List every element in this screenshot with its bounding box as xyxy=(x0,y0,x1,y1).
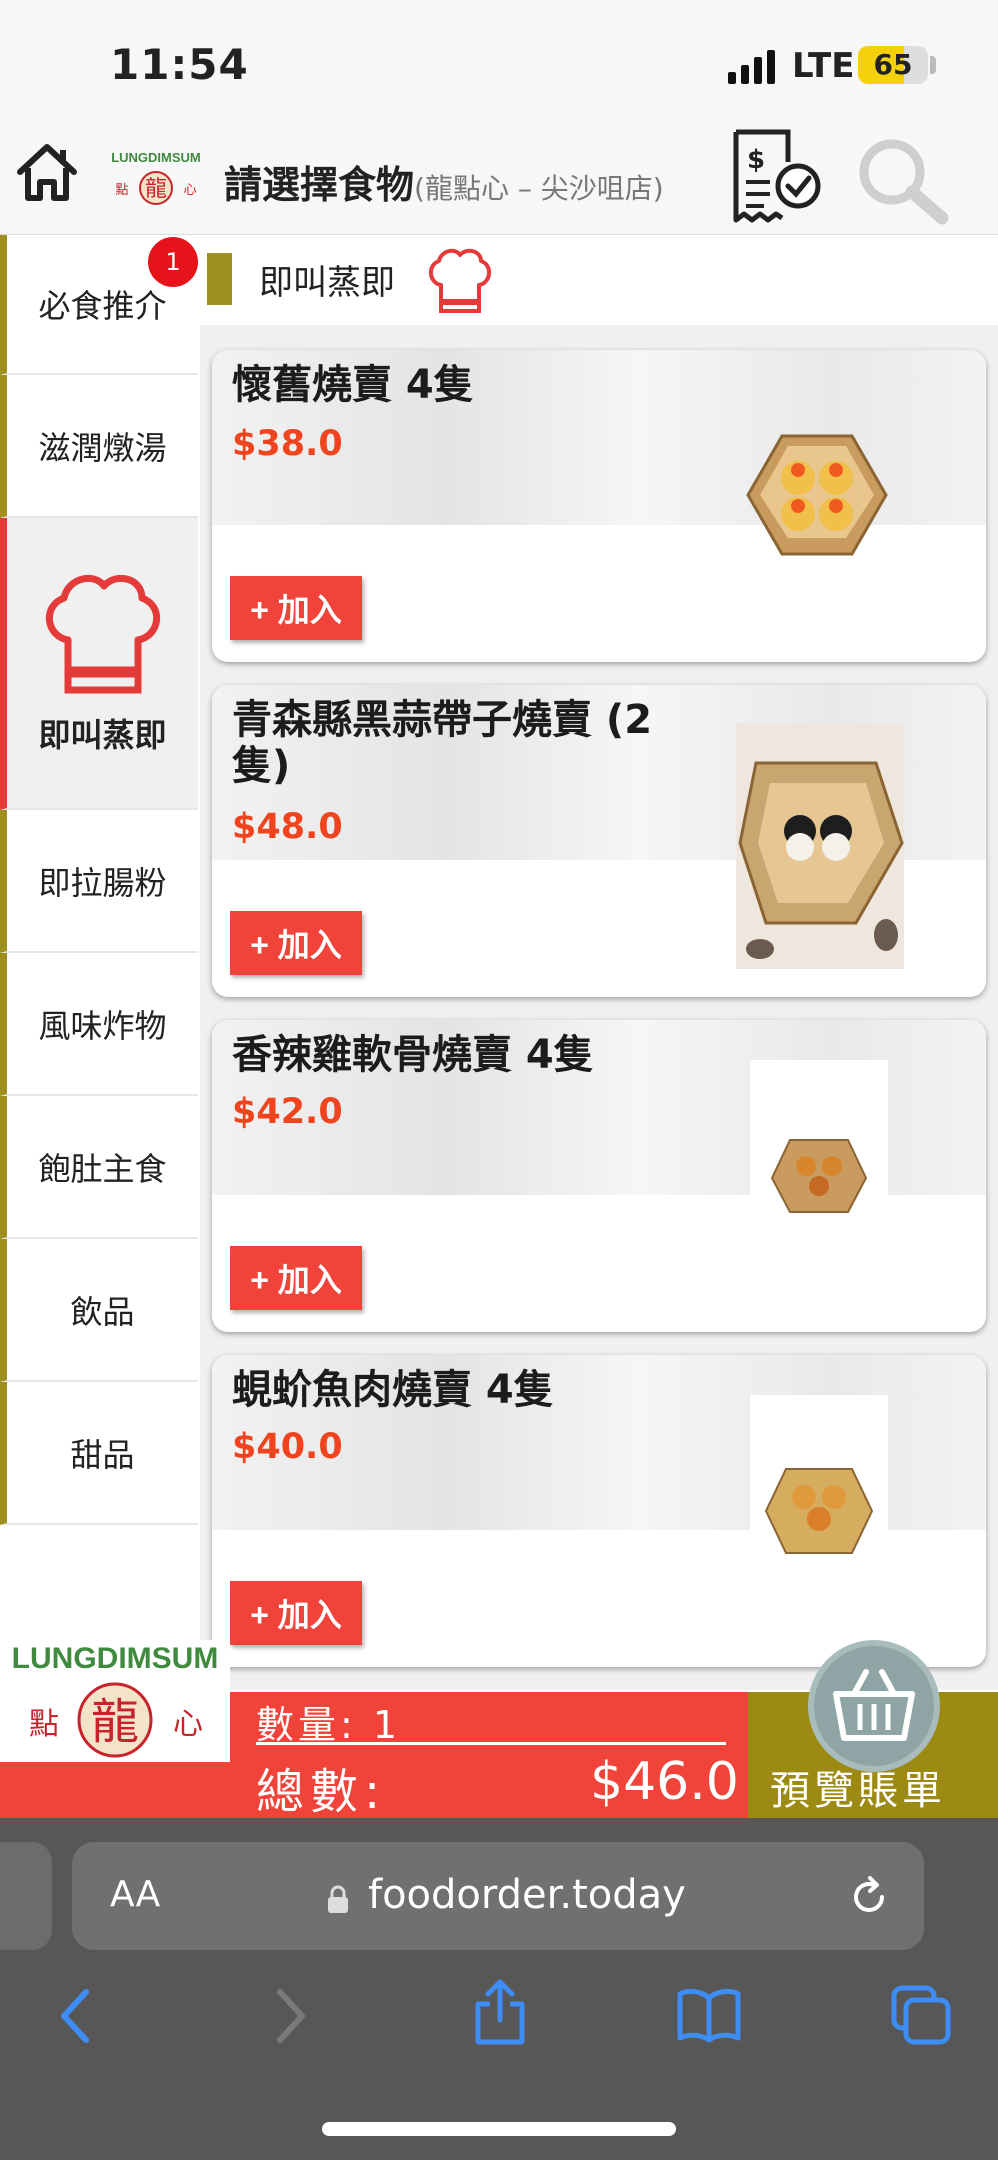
svg-text:$: $ xyxy=(747,145,765,175)
product-name: 蜆蚧魚肉燒賣 4隻 xyxy=(232,1367,554,1413)
add-to-cart-button[interactable]: + 加入 xyxy=(230,1581,362,1645)
product-image xyxy=(746,434,888,556)
cart-total-label: 總數: xyxy=(256,1764,387,1820)
sidebar-item-label: 即叫蒸即 xyxy=(38,716,167,754)
chef-hat-icon xyxy=(429,248,491,313)
product-card[interactable]: 蜆蚧魚肉燒賣 4隻 $40.0 + 加入 xyxy=(212,1355,986,1667)
bill-icon[interactable]: $ xyxy=(726,128,826,224)
sidebar-item-dessert[interactable]: 甜品 xyxy=(0,1382,198,1525)
svg-text:點: 點 xyxy=(29,1707,59,1742)
section-marker xyxy=(207,253,232,305)
back-icon[interactable] xyxy=(56,1984,96,2048)
svg-text:龍: 龍 xyxy=(145,177,167,202)
chef-hat-icon xyxy=(45,574,160,694)
product-image xyxy=(750,1060,888,1228)
battery-level: 65 xyxy=(873,48,913,81)
section-header: 即叫蒸即 xyxy=(207,235,998,325)
store-name: (龍點心 – 尖沙咀店) xyxy=(414,172,664,205)
share-icon[interactable] xyxy=(470,1978,530,2048)
sidebar-item-recommended[interactable]: 必食推介 1 xyxy=(0,235,198,375)
status-bar: 11:54 LTE 65 xyxy=(0,0,998,130)
logo-text: LUNGDIMSUM xyxy=(12,1642,219,1675)
battery-icon: 65 xyxy=(858,46,928,84)
product-price: $40.0 xyxy=(232,1427,343,1467)
cart-divider xyxy=(256,1742,726,1745)
home-icon[interactable] xyxy=(14,140,80,206)
address-bar[interactable]: AA foodorder.today xyxy=(72,1842,924,1950)
bookmarks-icon[interactable] xyxy=(676,1988,742,2044)
basket-button[interactable] xyxy=(808,1640,940,1772)
forward-icon[interactable] xyxy=(270,1984,310,2048)
sidebar-item-main[interactable]: 飽肚主食 xyxy=(0,1096,198,1239)
svg-text:LUNGDIMSUM: LUNGDIMSUM xyxy=(111,150,201,165)
product-name: 懷舊燒賣 4隻 xyxy=(232,362,474,408)
product-image xyxy=(750,1395,888,1563)
svg-text:心: 心 xyxy=(173,1707,203,1742)
page-title-text: 請選擇食物 xyxy=(224,163,415,207)
add-to-cart-button[interactable]: + 加入 xyxy=(230,911,362,975)
basket-icon xyxy=(833,1669,915,1741)
text-size-button[interactable]: AA xyxy=(110,1874,160,1915)
svg-text:龍: 龍 xyxy=(91,1694,139,1750)
sidebar-item-fried[interactable]: 風味炸物 xyxy=(0,953,198,1096)
product-name: 香辣雞軟骨燒賣 4隻 xyxy=(232,1032,594,1078)
sidebar-item-label: 甜品 xyxy=(70,1435,135,1474)
app-header: LUNGDIMSUM 龍 點 心 請選擇食物(龍點心 – 尖沙咀店) $ xyxy=(0,128,998,235)
network-type: LTE xyxy=(792,46,855,86)
section-title: 即叫蒸即 xyxy=(259,263,395,303)
notification-badge: 1 xyxy=(148,237,198,287)
product-name: 青森縣黑蒜帶子燒賣 (2隻) xyxy=(232,697,653,789)
svg-text:點: 點 xyxy=(115,183,128,198)
sidebar-item-label: 必食推介 xyxy=(38,287,167,325)
sidebar-item-label: 風味炸物 xyxy=(38,1006,167,1045)
browser-toolbar: AA foodorder.today xyxy=(0,1818,998,2160)
product-price: $48.0 xyxy=(232,807,343,847)
add-to-cart-button[interactable]: + 加入 xyxy=(230,576,362,640)
product-card[interactable]: 懷舊燒賣 4隻 $38.0 + 加入 xyxy=(212,350,986,662)
sidebar-item-label: 即拉腸粉 xyxy=(38,863,167,902)
brand-logo-large: LUNGDIMSUM 龍 點 心 xyxy=(0,1640,230,1762)
sidebar-item-label: 滋潤燉湯 xyxy=(38,428,167,467)
tabs-icon[interactable] xyxy=(890,1984,952,2046)
sidebar-item-rice-roll[interactable]: 即拉腸粉 xyxy=(0,810,198,953)
cart-quantity: 數量: 1 xyxy=(256,1703,402,1747)
reload-icon[interactable] xyxy=(844,1872,894,1922)
brand-logo[interactable]: LUNGDIMSUM 龍 點 心 xyxy=(100,148,212,208)
search-icon[interactable] xyxy=(852,134,954,228)
page-title: 請選擇食物(龍點心 – 尖沙咀店) xyxy=(224,154,664,209)
battery-tip xyxy=(930,56,936,74)
url-text: foodorder.today xyxy=(368,1872,686,1918)
product-price: $38.0 xyxy=(232,424,343,464)
product-image xyxy=(736,723,904,969)
sidebar-item-drinks[interactable]: 飲品 xyxy=(0,1239,198,1382)
sidebar-item-soup[interactable]: 滋潤燉湯 xyxy=(0,375,198,518)
product-card[interactable]: 香辣雞軟骨燒賣 4隻 $42.0 + 加入 xyxy=(212,1020,986,1332)
sidebar-item-label: 飽肚主食 xyxy=(38,1149,167,1188)
status-time: 11:54 xyxy=(110,40,249,89)
previous-tab[interactable] xyxy=(0,1842,52,1950)
category-sidebar: 必食推介 1 滋潤燉湯 即叫蒸即 即拉腸粉 風味炸物 飽肚主食 飲品 甜品 xyxy=(0,235,200,1525)
product-card[interactable]: 青森縣黑蒜帶子燒賣 (2隻) $48.0 + 加入 xyxy=(212,685,986,997)
sidebar-item-steamed[interactable]: 即叫蒸即 xyxy=(0,518,198,810)
add-to-cart-button[interactable]: + 加入 xyxy=(230,1246,362,1310)
cart-total-value: $46.0 xyxy=(590,1752,739,1812)
svg-text:心: 心 xyxy=(183,183,196,198)
signal-icon xyxy=(728,50,775,84)
sidebar-item-label: 飲品 xyxy=(70,1292,135,1331)
lock-icon xyxy=(328,1885,348,1913)
home-indicator[interactable] xyxy=(322,2122,676,2136)
product-price: $42.0 xyxy=(232,1092,343,1132)
